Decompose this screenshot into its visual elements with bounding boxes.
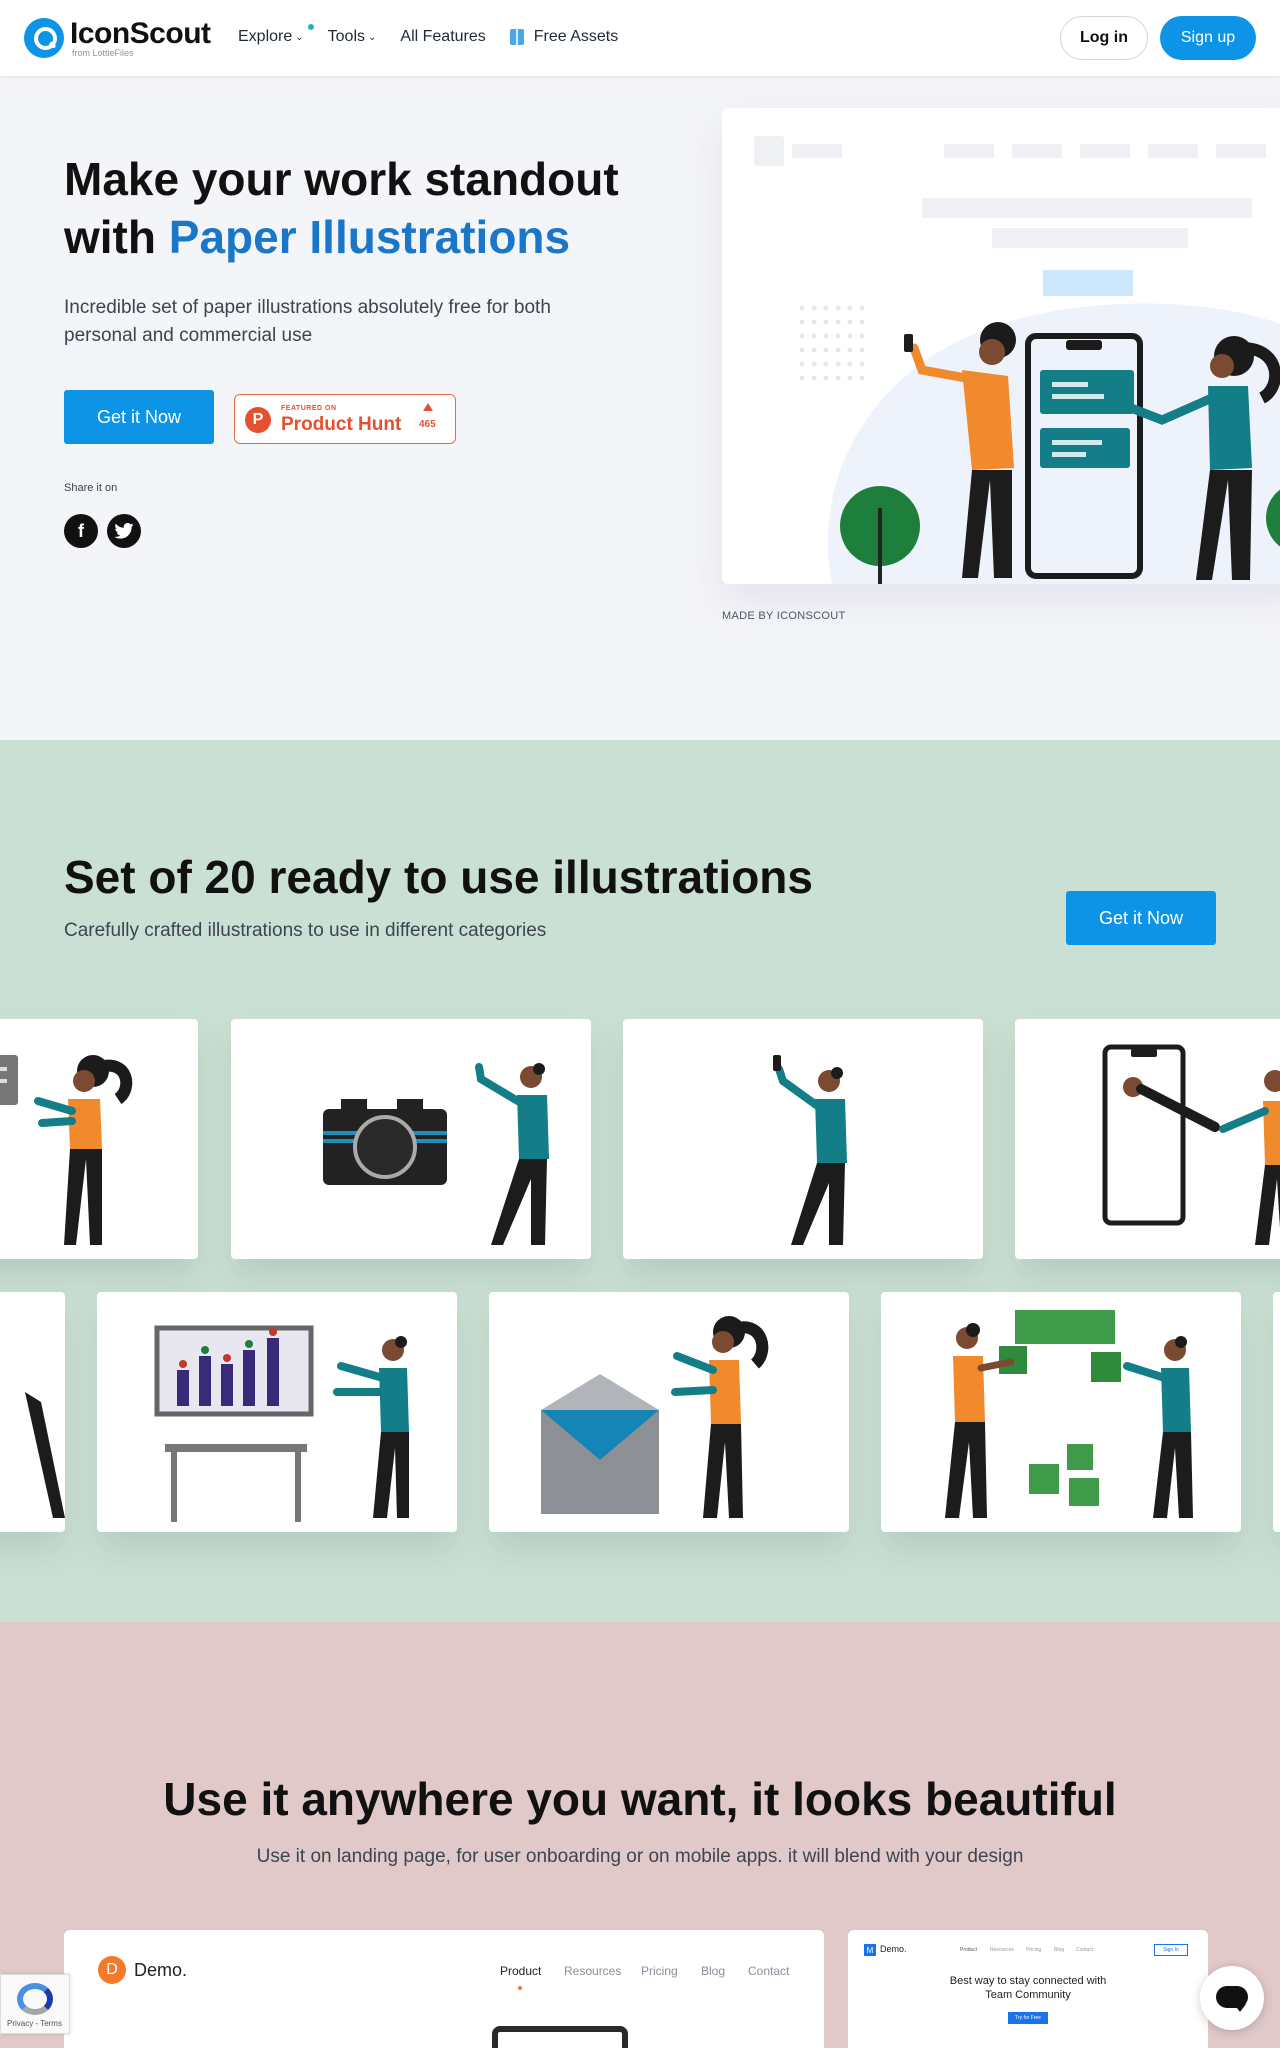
product-hunt-badge[interactable]: P FEATURED ON Product Hunt 465 — [234, 394, 456, 444]
use-subtitle: Use it on landing page, for user onboard… — [256, 1846, 1024, 1867]
logo-title: IconScout — [70, 16, 211, 50]
chat-bubble-icon[interactable] — [1200, 1966, 1264, 2030]
hero-title-line1: Make your work standout — [64, 153, 619, 205]
demo2-brand-name: Demo. — [880, 1944, 907, 1954]
illustration-tile[interactable] — [231, 1019, 591, 1259]
demo-nav-product[interactable]: Product — [500, 1964, 541, 1978]
twitter-icon[interactable] — [107, 514, 141, 548]
product-hunt-name: Product Hunt — [281, 414, 402, 435]
illustration-bar-chart-board — [154, 1325, 409, 1522]
share-label: Share it on — [64, 482, 118, 494]
illustration-tile[interactable] — [623, 1019, 983, 1259]
nav-tools-label: Tools — [327, 28, 365, 45]
logo-subtitle: from LottieFiles — [72, 47, 134, 58]
demo2-nav-product[interactable]: Product — [960, 1947, 977, 1953]
iconscout-logo[interactable]: IconScout from LottieFiles — [24, 18, 211, 58]
hero-title-with: with — [64, 211, 156, 263]
recaptcha-icon — [17, 1983, 53, 2015]
login-button[interactable]: Log in — [1060, 16, 1148, 60]
illustration-email — [541, 1316, 769, 1518]
illustration-puzzle — [945, 1310, 1193, 1518]
active-dot — [518, 1986, 522, 1990]
nav-all-features-label: All Features — [400, 28, 486, 45]
demo2-nav-contact[interactable]: Contact — [1076, 1947, 1093, 1953]
upvote-arrow-icon — [423, 403, 433, 411]
set-title: Set of 20 ready to use illustrations — [64, 851, 813, 903]
gift-icon — [509, 29, 524, 45]
chevron-down-icon: ⌄ — [295, 31, 304, 43]
set-subtitle: Carefully crafted illustrations to use i… — [64, 920, 547, 941]
signup-button[interactable]: Sign up — [1160, 16, 1256, 60]
demo-landing-preview: D Demo. Product Resources Pricing Blog C… — [64, 1930, 824, 2048]
illustration-tile[interactable] — [489, 1292, 849, 1532]
demo2-cta-button[interactable]: Try for Free — [1008, 2012, 1048, 2024]
nav-all-features[interactable]: All Features — [400, 28, 485, 46]
notification-dot — [307, 24, 314, 30]
use-title: Use it anywhere you want, it looks beaut… — [163, 1773, 1117, 1825]
illustration-tile[interactable] — [1015, 1019, 1280, 1259]
nav-tools[interactable]: Tools ⌄ — [328, 28, 377, 46]
demo-logo-icon: D — [98, 1956, 126, 1984]
illustration-tile[interactable] — [97, 1292, 457, 1532]
illustration-tile[interactable] — [881, 1292, 1241, 1532]
illustration-presenting — [0, 1055, 133, 1245]
nav-explore-label: Explore — [238, 28, 293, 45]
demo-nav-pricing[interactable]: Pricing — [641, 1964, 678, 1978]
made-by-label: MADE BY ICONSCOUT — [722, 610, 846, 622]
demo-phone-illustration — [492, 2026, 628, 2048]
demo2-logo-icon: M — [864, 1944, 876, 1956]
illustration-camera — [323, 1063, 549, 1245]
demo2-headline-line1: Best way to stay connected with — [949, 1975, 1107, 1987]
nav-free-assets-label: Free Assets — [533, 28, 619, 45]
demo2-nav-resources[interactable]: Resources — [990, 1947, 1014, 1953]
main-nav: Explore ⌄ Tools ⌄ All Features Free Asse… — [238, 24, 642, 46]
hero-illustration — [754, 136, 1280, 584]
recaptcha-text: Privacy - Terms — [7, 2019, 62, 2028]
illustration-selfie — [773, 1055, 847, 1245]
illustration-tile[interactable] — [0, 1019, 198, 1259]
product-hunt-logo-icon: P — [245, 407, 271, 433]
hero-get-it-now-button[interactable]: Get it Now — [64, 390, 214, 444]
demo-nav-resources[interactable]: Resources — [564, 1964, 621, 1978]
hero-title: Make your work standout with Paper Illus… — [64, 150, 664, 266]
demo-community-preview: M Demo. Product Resources Pricing Blog C… — [848, 1930, 1208, 2048]
demo2-headline: Best way to stay connected with Team Com… — [848, 1974, 1208, 2002]
hero-section: Make your work standout with Paper Illus… — [0, 76, 1280, 740]
demo2-signin-button[interactable]: Sign In — [1154, 1944, 1188, 1956]
hero-title-accent: Paper Illustrations — [168, 211, 571, 263]
illustration-video-call — [1102, 1044, 1280, 1245]
nav-free-assets[interactable]: Free Assets — [509, 28, 619, 46]
product-hunt-count: 465 — [419, 419, 436, 430]
demo-nav-contact[interactable]: Contact — [748, 1964, 789, 1978]
illustration-tile[interactable] — [1273, 1292, 1280, 1532]
illustration-walking — [25, 1392, 65, 1518]
demo-brand-name: Demo. — [134, 1960, 188, 1980]
demo-nav-blog[interactable]: Blog — [701, 1964, 725, 1978]
top-nav-bar: IconScout from LottieFiles Explore ⌄ Too… — [0, 0, 1280, 76]
search-logo-icon — [24, 18, 64, 58]
demo2-headline-line2: Team Community — [985, 1989, 1071, 2001]
demo2-nav-pricing[interactable]: Pricing — [1026, 1947, 1041, 1953]
set-get-it-now-button[interactable]: Get it Now — [1066, 891, 1216, 945]
illustration-tile[interactable] — [0, 1292, 65, 1532]
recaptcha-badge[interactable]: Privacy - Terms — [0, 1974, 70, 2034]
illustration-set-section: Set of 20 ready to use illustrations Car… — [0, 740, 1280, 1622]
facebook-icon[interactable]: f — [64, 514, 98, 548]
use-anywhere-section: Use it anywhere you want, it looks beaut… — [0, 1622, 1280, 2048]
hero-illustration-card — [722, 108, 1280, 584]
nav-explore[interactable]: Explore ⌄ — [238, 24, 314, 46]
hero-description: Incredible set of paper illustrations ab… — [64, 297, 551, 346]
chevron-down-icon: ⌄ — [368, 31, 377, 43]
demo2-nav-blog[interactable]: Blog — [1054, 1947, 1064, 1953]
product-hunt-featured: FEATURED ON — [281, 405, 337, 412]
